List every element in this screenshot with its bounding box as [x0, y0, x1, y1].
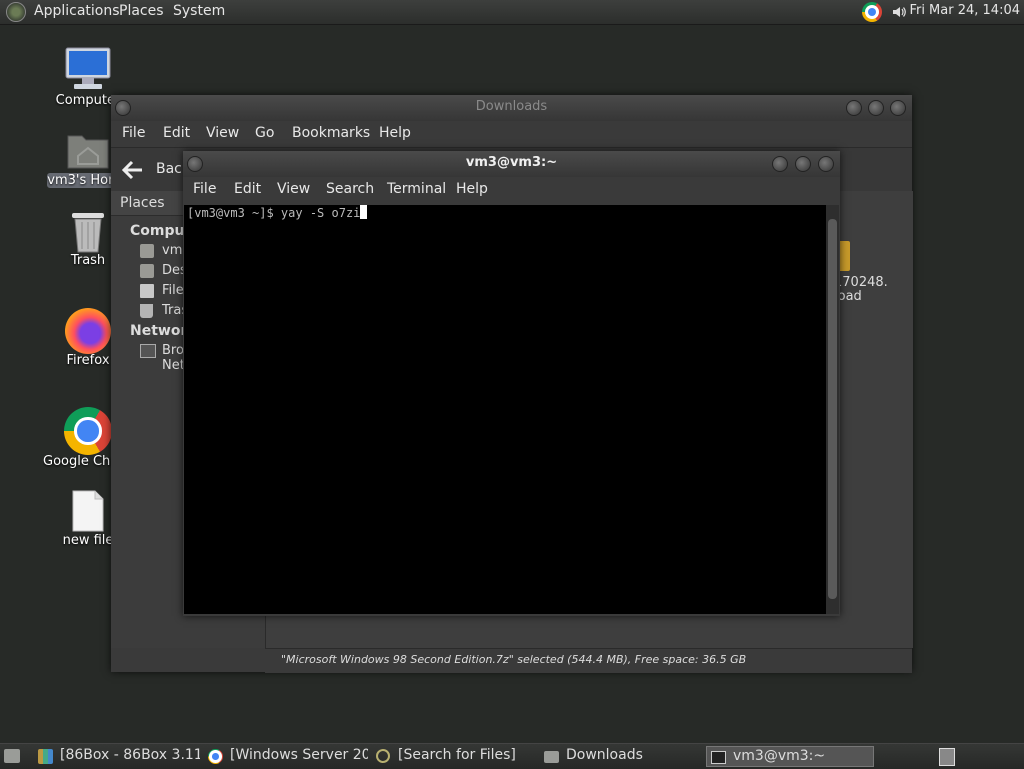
minimize-button[interactable]: [846, 100, 862, 116]
window-title: vm3@vm3:~: [465, 155, 558, 170]
task-windows-server[interactable]: [Windows Server 20...: [204, 746, 368, 767]
task-label: [Search for Files]: [398, 747, 516, 763]
terminal-prompt-line: [vm3@vm3 ~]$ yay -S o7zi: [187, 205, 368, 221]
menu-file[interactable]: File: [193, 181, 216, 197]
window-menu-button[interactable]: [115, 100, 131, 116]
trash-icon: [69, 210, 107, 254]
status-text: "Microsoft Windows 98 Second Edition.7z"…: [281, 653, 747, 666]
task-label: [86Box - 86Box 3.11]: [60, 747, 200, 763]
folder-icon: [544, 751, 559, 763]
window-menu-button[interactable]: [187, 156, 203, 172]
task-search-files[interactable]: [Search for Files]: [372, 746, 532, 767]
task-label: vm3@vm3:~: [733, 748, 826, 764]
chrome-launcher-icon[interactable]: [862, 2, 882, 22]
menu-help[interactable]: Help: [379, 125, 411, 141]
firefox-icon: [65, 308, 111, 354]
file-icon: [71, 489, 105, 533]
terminal-cursor: [360, 205, 368, 219]
clock[interactable]: Fri Mar 24, 14:04: [909, 3, 1020, 18]
terminal-menubar: File Edit View Search Terminal Help: [183, 177, 840, 201]
home-folder-icon: [66, 130, 110, 170]
menu-view[interactable]: View: [206, 125, 239, 141]
computer-icon: [64, 46, 112, 92]
terminal-scrollbar-thumb[interactable]: [828, 219, 837, 599]
file-label-line1: 170248.: [834, 275, 888, 290]
sidebar-header-label: Places: [120, 195, 165, 211]
task-terminal[interactable]: vm3@vm3:~: [706, 746, 874, 767]
terminal-scrollbar[interactable]: [826, 205, 839, 614]
home-icon: [140, 244, 154, 258]
workspace-switcher-icon[interactable]: [939, 748, 955, 766]
close-button[interactable]: [890, 100, 906, 116]
close-button[interactable]: [818, 156, 834, 172]
maximize-button[interactable]: [868, 100, 884, 116]
distro-logo-icon[interactable]: [6, 2, 26, 22]
bottom-taskbar: [86Box - 86Box 3.11] [Windows Server 20.…: [0, 743, 1024, 769]
menu-help[interactable]: Help: [456, 181, 488, 197]
menu-file[interactable]: File: [122, 125, 145, 141]
menu-search[interactable]: Search: [326, 181, 374, 197]
search-icon: [376, 749, 390, 763]
task-label: Downloads: [566, 747, 643, 763]
volume-icon[interactable]: [891, 4, 907, 20]
menu-go[interactable]: Go: [255, 125, 274, 141]
terminal-titlebar[interactable]: vm3@vm3:~: [183, 151, 840, 177]
trash-small-icon: [140, 304, 153, 318]
drive-icon: [140, 284, 154, 298]
menu-view[interactable]: View: [277, 181, 310, 197]
chrome-icon: [64, 407, 112, 455]
minimize-button[interactable]: [772, 156, 788, 172]
chrome-small-icon: [208, 749, 223, 764]
system-menu[interactable]: System: [173, 3, 225, 19]
show-desktop-icon[interactable]: [4, 749, 20, 763]
menu-edit[interactable]: Edit: [234, 181, 261, 197]
window-title: Downloads: [475, 99, 548, 114]
menu-bookmarks[interactable]: Bookmarks: [292, 125, 370, 141]
menu-terminal[interactable]: Terminal: [387, 181, 446, 197]
file-manager-titlebar[interactable]: Downloads: [111, 95, 912, 121]
back-arrow-icon: [121, 159, 145, 181]
applications-menu[interactable]: Applications: [34, 3, 120, 19]
task-86box[interactable]: [86Box - 86Box 3.11]: [34, 746, 200, 767]
app-86box-icon: [38, 749, 53, 764]
terminal-prompt-text: [vm3@vm3 ~]$ yay -S o7zi: [187, 206, 361, 220]
status-bar: "Microsoft Windows 98 Second Edition.7z"…: [265, 648, 912, 673]
task-label: [Windows Server 20...: [230, 747, 368, 763]
terminal-window: vm3@vm3:~ File Edit View Search Terminal…: [183, 151, 840, 616]
top-panel: Applications Places System Fri Mar 24, 1…: [0, 0, 1024, 25]
menu-edit[interactable]: Edit: [163, 125, 190, 141]
terminal-small-icon: [711, 751, 726, 764]
task-downloads[interactable]: Downloads: [540, 746, 702, 767]
terminal-screen[interactable]: [vm3@vm3 ~]$ yay -S o7zi: [184, 205, 826, 614]
maximize-button[interactable]: [795, 156, 811, 172]
desktop-icon: [140, 264, 154, 278]
network-icon: [140, 344, 156, 358]
places-menu[interactable]: Places: [119, 3, 164, 19]
file-manager-menubar: File Edit View Go Bookmarks Help: [111, 121, 912, 145]
